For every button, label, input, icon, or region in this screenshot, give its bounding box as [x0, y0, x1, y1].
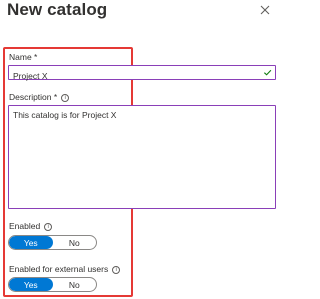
panel-title: New catalog — [7, 0, 108, 19]
name-label-text: Name * — [9, 52, 38, 62]
info-icon[interactable]: i — [44, 222, 53, 231]
enabled-yes-option[interactable]: Yes — [9, 236, 53, 249]
description-label-text: Description * — [9, 92, 58, 102]
info-icon[interactable]: i — [112, 265, 121, 274]
description-label: Description * i — [9, 92, 70, 103]
name-label: Name * — [9, 52, 37, 63]
external-users-no-option[interactable]: No — [53, 278, 97, 291]
enabled-label-text: Enabled — [9, 221, 41, 231]
close-icon[interactable] — [258, 3, 272, 17]
enabled-toggle[interactable]: Yes No — [8, 235, 97, 250]
name-input[interactable] — [9, 69, 259, 83]
external-users-yes-option[interactable]: Yes — [9, 278, 53, 291]
checkmark-icon — [263, 69, 272, 76]
new-catalog-panel: New catalog Name * Description * i This … — [0, 0, 289, 299]
enabled-label: Enabled i — [9, 221, 53, 232]
external-users-label: Enabled for external users i — [9, 264, 121, 275]
external-users-label-text: Enabled for external users — [9, 264, 109, 274]
enabled-no-option[interactable]: No — [53, 236, 97, 249]
external-users-toggle[interactable]: Yes No — [8, 277, 97, 292]
name-field[interactable] — [8, 65, 276, 83]
description-field[interactable]: This catalog is for Project X — [8, 105, 276, 209]
info-icon[interactable]: i — [61, 93, 70, 102]
description-textarea[interactable]: This catalog is for Project X — [9, 106, 275, 208]
